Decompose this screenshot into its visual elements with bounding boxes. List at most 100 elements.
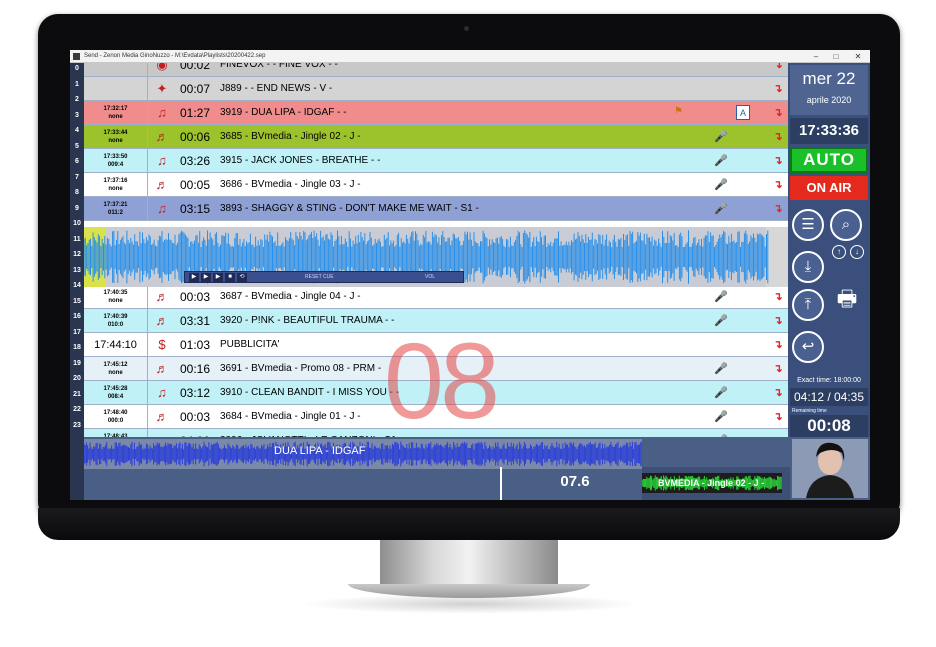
music-note-icon: ♫: [157, 153, 167, 168]
transition-arrow-icon[interactable]: ↴: [772, 202, 784, 216]
duration: 03:12: [180, 386, 211, 400]
row-number: 19: [73, 359, 81, 367]
stop-button[interactable]: ■: [225, 273, 235, 282]
transition-arrow-icon[interactable]: ↴: [772, 106, 784, 120]
transition-arrow-icon[interactable]: ↴: [772, 410, 784, 424]
playlist-row[interactable]: 17:40:35 none ♬ 00:03 3687 - BVmedia - Jingl…: [84, 285, 788, 309]
return-icon[interactable]: ↩: [792, 331, 824, 363]
microphone-icon[interactable]: 🎤: [714, 154, 728, 168]
duration: 00:16: [180, 362, 211, 376]
window-title: Send - Zenon Media GinoNuzzo - M:\Evdata…: [84, 53, 266, 59]
printer-icon[interactable]: 🖶: [832, 285, 862, 313]
arrow-down-small-icon[interactable]: ↓: [850, 245, 864, 259]
row-number: 12: [73, 251, 81, 258]
sparkle-icon: ✦: [156, 81, 168, 96]
track-title: 3919 - DUA LIPA - IDGAF - -: [220, 107, 347, 118]
transition-arrow-icon[interactable]: ↴: [772, 82, 784, 96]
row-number: 2: [75, 96, 79, 103]
play-button[interactable]: ▶: [189, 273, 199, 282]
microphone-icon[interactable]: 🎤: [714, 178, 728, 192]
row-number: 21: [73, 390, 81, 398]
reset-cue-button[interactable]: RESET CUE: [305, 273, 334, 282]
money-bag-icon: $: [158, 337, 166, 352]
row-number: 1: [75, 80, 79, 88]
jingle-icon: ♬: [155, 409, 169, 424]
on-air-button[interactable]: ON AIR: [790, 176, 868, 200]
start-time: 17:44:10: [84, 333, 148, 357]
microphone-icon[interactable]: 🎤: [714, 314, 728, 328]
start-time: 17:45:12 none: [84, 357, 148, 381]
transition-arrow-icon[interactable]: ↴: [772, 154, 784, 168]
transition-arrow-icon[interactable]: ↴: [772, 178, 784, 192]
jingle-icon: ♬: [155, 177, 169, 192]
play-cue-button[interactable]: ▶: [201, 273, 211, 282]
microphone-icon[interactable]: 🎤: [714, 386, 728, 400]
microphone-icon[interactable]: 🎤: [714, 202, 728, 216]
title-bar: Send - Zenon Media GinoNuzzo - M:\Evdata…: [70, 50, 870, 63]
duration: 03:15: [180, 202, 211, 216]
intro-value: 000:0: [107, 418, 124, 424]
remaining-time-label: Remaining time: [792, 408, 827, 414]
playlist-row[interactable]: 17:33:50 009:4 ♫ 03:26 3915 - JACK JONES - B…: [84, 149, 788, 173]
transition-arrow-icon[interactable]: ↴: [772, 63, 784, 72]
transition-arrow-icon[interactable]: ↴: [772, 386, 784, 400]
now-playing-title: DUA LIPA - IDGAF: [274, 445, 366, 457]
arrow-up-small-icon[interactable]: ↑: [832, 245, 846, 259]
transition-arrow-icon[interactable]: ↴: [772, 338, 784, 352]
clock: 17:33:36: [790, 118, 868, 144]
remaining-time-value: 00:08: [790, 415, 868, 437]
row-number: 5: [75, 142, 79, 150]
playlist-row[interactable]: ✦ 00:07 J889 - - END NEWS - V - ↴: [84, 77, 788, 101]
right-panel: mer 22 aprile 2020 17:33:36 AUTO ON AIR …: [788, 63, 870, 437]
next-item-title: BVMEDIA - Jingle 02 - J -: [658, 478, 765, 488]
duration: 00:03: [180, 290, 211, 304]
duration: 00:03: [180, 410, 211, 424]
microphone-icon[interactable]: 🎤: [714, 410, 728, 424]
font-icon[interactable]: A: [736, 105, 750, 120]
intro-value: none: [108, 114, 123, 120]
row-number: 18: [73, 344, 81, 351]
row-number: 14: [73, 282, 81, 289]
maximize-button[interactable]: □: [826, 50, 846, 63]
playlist-row[interactable]: 17:32:17 none ♫ 01:27 3919 - DUA LIPA - IDGA…: [84, 101, 788, 125]
intro-value: 010:0: [107, 322, 124, 328]
playlist-row[interactable]: 17:37:16 none ♬ 00:05 3686 - BVmedia - Jingl…: [84, 173, 788, 197]
intro-value: none: [108, 138, 123, 144]
countdown-overlay: 08: [383, 320, 500, 441]
loop-button[interactable]: ⟲: [237, 273, 247, 282]
row-number: 15: [73, 297, 81, 305]
start-time: 17:32:17 none: [84, 101, 148, 125]
playlist-row[interactable]: 17:33:44 none ♬ 00:06 3685 - BVmedia - Jingl…: [84, 125, 788, 149]
webcam-dot: [464, 26, 469, 31]
playlist-row[interactable]: 17:37:21 011:2 ♫ 03:15 3893 - SHAGGY & STING…: [84, 197, 788, 221]
transition-arrow-icon[interactable]: ↴: [772, 130, 784, 144]
playlist-row[interactable]: none ◉ 00:02 FINEVOX - - FINE VOX - - ↴: [84, 63, 788, 77]
track-title: 3685 - BVmedia - Jingle 02 - J -: [220, 131, 361, 142]
minimize-button[interactable]: –: [806, 50, 826, 63]
volume-label: VOL: [425, 274, 436, 280]
forward-button[interactable]: ▶: [213, 273, 223, 282]
start-time: 17:40:35 none: [84, 285, 148, 309]
waveform-editor[interactable]: ▶ ▶ ▶ ■ ⟲ RESET CUE VOL: [84, 227, 788, 287]
auto-button[interactable]: AUTO: [790, 147, 868, 173]
track-title: 3684 - BVmedia - Jingle 01 - J -: [220, 411, 361, 422]
microphone-icon[interactable]: 🎤: [714, 290, 728, 304]
move-down-icon[interactable]: ⤓: [792, 251, 824, 283]
start-time-value: 17:48:40: [103, 410, 128, 416]
transition-arrow-icon[interactable]: ↴: [772, 314, 784, 328]
search-icon[interactable]: ⌕: [830, 209, 862, 241]
close-button[interactable]: ✕: [848, 50, 868, 63]
microphone-icon[interactable]: 🎤: [714, 362, 728, 376]
row-number: 23: [73, 421, 81, 429]
start-time: 17:48:40 000:0: [84, 405, 148, 429]
transition-arrow-icon[interactable]: ↴: [772, 362, 784, 376]
track-title: 3687 - BVmedia - Jingle 04 - J -: [220, 291, 361, 302]
start-time-value: 17:45:28: [103, 386, 128, 392]
start-time-value: 17:37:21: [103, 202, 128, 208]
duration: 00:06: [180, 130, 211, 144]
transition-arrow-icon[interactable]: ↴: [772, 290, 784, 304]
move-up-icon[interactable]: ⤒: [792, 289, 824, 321]
microphone-icon[interactable]: 🎤: [714, 130, 728, 144]
row-number: 8: [75, 189, 79, 196]
menu-lines-icon[interactable]: ☰: [792, 209, 824, 241]
